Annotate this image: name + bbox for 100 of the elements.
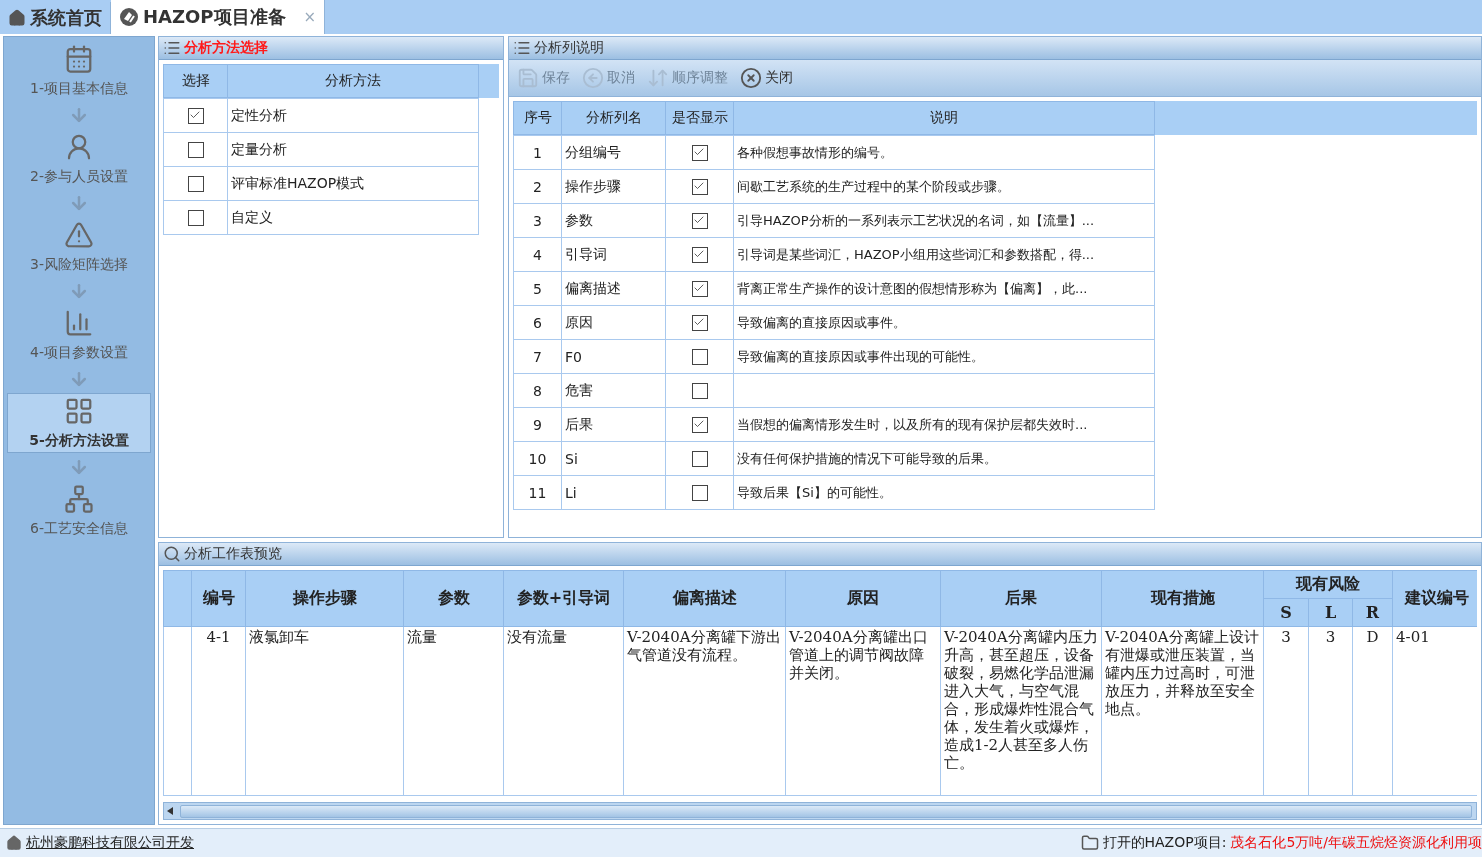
table-cell: D xyxy=(1352,626,1393,796)
table-cell: 自定义 xyxy=(227,200,479,235)
checkbox[interactable] xyxy=(187,142,204,158)
column-header: 现有风险 xyxy=(1263,570,1393,599)
table-cell: 引导词 xyxy=(561,237,666,272)
table-cell: 引导HAZOP分析的一系列表示工艺状况的名词，如【流量】... xyxy=(733,203,1155,238)
table-cell: 3 xyxy=(1308,626,1353,796)
home-icon xyxy=(8,9,26,27)
column-header: 现有措施 xyxy=(1101,570,1264,627)
tab[interactable]: HAZOP项目准备 × xyxy=(111,0,326,34)
table-cell: 没有流量 xyxy=(503,626,624,796)
checkbox[interactable] xyxy=(187,210,204,226)
column-header: 参数 xyxy=(403,570,504,627)
horizontal-scrollbar[interactable] xyxy=(163,802,1477,820)
table-cell: 3 xyxy=(1263,626,1309,796)
table-cell: 9 xyxy=(513,407,562,442)
column-header: 后果 xyxy=(940,570,1102,627)
home-icon xyxy=(6,835,22,851)
table-cell: 8 xyxy=(513,373,562,408)
table-cell: 分组编号 xyxy=(561,135,666,170)
check-icon xyxy=(692,214,705,226)
list-icon xyxy=(513,39,531,57)
step-item[interactable]: 5-分析方法设置 xyxy=(7,393,151,453)
check-icon xyxy=(692,248,705,260)
step-icon xyxy=(64,308,94,338)
checkbox[interactable] xyxy=(187,176,204,192)
column-header: 是否显示 xyxy=(665,101,734,135)
checkbox[interactable] xyxy=(691,485,708,501)
table-cell: 偏离描述 xyxy=(561,271,666,306)
search-icon xyxy=(163,545,181,563)
toolbar-icon xyxy=(582,67,604,89)
check-icon xyxy=(692,418,705,430)
column-header: 分析列名 xyxy=(561,101,666,135)
step-item[interactable]: 4-项目参数设置 xyxy=(7,305,151,365)
close-icon[interactable]: × xyxy=(303,8,317,26)
table-cell: 引导词是某些词汇，HAZOP小组用这些词汇和参数搭配，得... xyxy=(733,237,1155,272)
table-cell: 当假想的偏离情形发生时，以及所有的现有保护层都失效时... xyxy=(733,407,1155,442)
checkbox[interactable] xyxy=(691,315,708,331)
table-cell: 定量分析 xyxy=(227,132,479,167)
table-cell: 评审标准HAZOP模式 xyxy=(227,166,479,201)
table-cell: 4 xyxy=(513,237,562,272)
table-cell: 后果 xyxy=(561,407,666,442)
column-header: 偏离描述 xyxy=(623,570,786,627)
table-cell: 导致偏离的直接原因或事件。 xyxy=(733,305,1155,340)
column-header: 分析方法 xyxy=(227,64,479,98)
toolbar-icon xyxy=(647,67,669,89)
checkbox[interactable] xyxy=(691,281,708,297)
table-cell: 背离正常生产操作的设计意图的假想情形称为【偏离】，此... xyxy=(733,271,1155,306)
table-cell: V-2040A分离罐出口管道上的调节阀故障并关闭。 xyxy=(785,626,941,796)
table-cell: Li xyxy=(561,475,666,510)
panel-header: 分析方法选择 xyxy=(159,37,503,60)
checkbox[interactable] xyxy=(691,213,708,229)
check-icon xyxy=(692,316,705,328)
checkbox[interactable] xyxy=(691,179,708,195)
table-cell: V-2040A分离罐上设计有泄爆或泄压装置，当罐内压力过高时，可泄放压力，并释放至安全地点。 xyxy=(1101,626,1264,796)
table-cell: 1 xyxy=(513,135,562,170)
table-cell: 危害 xyxy=(561,373,666,408)
checkbox[interactable] xyxy=(187,108,204,124)
checkbox[interactable] xyxy=(691,417,708,433)
arrow-down-icon xyxy=(69,193,89,213)
step-item[interactable]: 2-参与人员设置 xyxy=(7,129,151,189)
column-header: 操作步骤 xyxy=(245,570,404,627)
project-label: 打开的HAZOP项目: xyxy=(1102,834,1227,852)
table-cell: 导致后果【Si】的可能性。 xyxy=(733,475,1155,510)
column-header: 序号 xyxy=(513,101,562,135)
table-cell: 流量 xyxy=(403,626,504,796)
scroll-left-icon[interactable] xyxy=(167,807,173,815)
project-name: 茂名石化5万吨/年碳五烷烃资源化利用项 xyxy=(1230,834,1482,852)
checkbox[interactable] xyxy=(691,349,708,365)
step-icon xyxy=(64,484,94,514)
column-header: 编号 xyxy=(191,570,246,627)
toolbar-icon xyxy=(740,67,762,89)
table-cell: 参数 xyxy=(561,203,666,238)
column-header: 建议编号 xyxy=(1392,570,1477,627)
table-cell: 没有任何保护措施的情况下可能导致的后果。 xyxy=(733,441,1155,476)
list-icon xyxy=(163,39,181,57)
step-item[interactable]: 6-工艺安全信息 xyxy=(7,481,151,541)
checkbox[interactable] xyxy=(691,145,708,161)
column-header: 参数+引导词 xyxy=(503,570,624,627)
check-icon xyxy=(692,282,705,294)
table-cell: 10 xyxy=(513,441,562,476)
table-cell: 7 xyxy=(513,339,562,374)
column-header: 原因 xyxy=(785,570,941,627)
step-item[interactable]: 3-风险矩阵选择 xyxy=(7,217,151,277)
table-cell: 3 xyxy=(513,203,562,238)
toolbar-button[interactable]: 关闭 xyxy=(736,65,797,91)
company-link[interactable]: 杭州豪鹏科技有限公司开发 xyxy=(26,834,194,852)
check-icon xyxy=(188,109,201,121)
step-icon xyxy=(64,220,94,250)
toolbar-icon xyxy=(517,67,539,89)
table-cell: 导致偏离的直接原因或事件出现的可能性。 xyxy=(733,339,1155,374)
panel-header: 分析工作表预览 xyxy=(159,543,1481,566)
table-cell: V-2040A分离罐下游出气管道没有流程。 xyxy=(623,626,786,796)
table-cell: 间歇工艺系统的生产过程中的某个阶段或步骤。 xyxy=(733,169,1155,204)
checkbox[interactable] xyxy=(691,451,708,467)
table-cell: V-2040A分离罐内压力升高，甚至超压，设备破裂，易燃化学品泄漏进入大气，与空气混合，形成爆炸性混合气体，发生着火或爆炸，造成1-2人甚至多人伤亡。 xyxy=(940,626,1102,796)
checkbox[interactable] xyxy=(691,383,708,399)
table-cell: F0 xyxy=(561,339,666,374)
step-item[interactable]: 1-项目基本信息 xyxy=(7,41,151,101)
checkbox[interactable] xyxy=(691,247,708,263)
